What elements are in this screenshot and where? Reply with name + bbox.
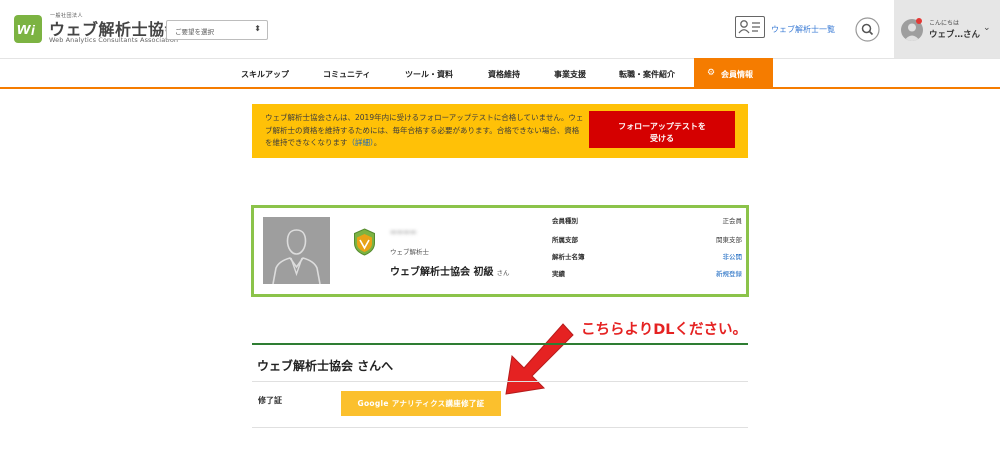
info-key: 所属支部 — [552, 236, 578, 244]
info-value-link[interactable]: 非公開 — [723, 251, 743, 261]
profile-photo — [263, 217, 330, 284]
info-registry: 解析士名簿 非公開 — [552, 251, 742, 263]
info-key: 会員種別 — [552, 217, 578, 225]
select-arrows-icon: ⬍ — [254, 24, 261, 33]
site-header: wi 一般社団法人 ウェブ解析士協会 Web Analytics Consult… — [0, 0, 1000, 58]
main-nav: スキルアップ コミュニティ ツール・資料 資格維持 事業支援 転職・案件紹介 ⚙… — [0, 58, 1000, 89]
notice-tail: 。 — [373, 138, 382, 147]
logo-subtitle: Web Analytics Consultants Association — [49, 36, 179, 44]
notice-message: ウェブ解析士協会さんは、2019年内に受けるフォローアップテストに合格していませ… — [265, 113, 584, 147]
gear-icon: ⚙ — [707, 68, 716, 78]
search-icon[interactable] — [855, 17, 880, 42]
request-select[interactable]: ご要望を選択 ⬍ — [166, 20, 268, 40]
username: ウェブ…さん — [929, 30, 981, 40]
nav-skillup[interactable]: スキルアップ — [241, 69, 289, 80]
notice-text: ウェブ解析士協会さんは、2019年内に受けるフォローアップテストに合格していませ… — [265, 112, 585, 150]
member-list-link[interactable]: ウェブ解析士一覧 — [771, 24, 835, 35]
nav-jobs[interactable]: 転職・案件紹介 — [619, 69, 675, 80]
notice-detail-link[interactable]: （詳細） — [348, 138, 374, 147]
button-label-line1: フォローアップテストを — [618, 122, 706, 131]
red-arrow-icon — [493, 318, 577, 398]
chevron-down-icon[interactable]: ⌄ — [983, 23, 991, 33]
row-divider — [252, 427, 748, 428]
request-select-value: ご要望を選択 — [175, 28, 214, 36]
info-key: 実績 — [552, 270, 565, 278]
section-title: ウェブ解析士協会 さんへ — [257, 359, 394, 373]
take-followup-test-button[interactable]: フォローアップテストを 受ける — [589, 111, 735, 148]
greeting-text: こんにちは — [929, 20, 960, 27]
info-membership-type: 会員種別 正会員 — [552, 215, 742, 227]
blurred-name: ▬▬▬▬ — [390, 228, 417, 236]
button-label-line2: 受ける — [650, 134, 674, 143]
followup-notice: ウェブ解析士協会さんは、2019年内に受けるフォローアップテストに合格していませ… — [252, 104, 748, 158]
section-divider — [252, 343, 748, 345]
member-card-icon[interactable] — [735, 16, 765, 38]
download-annotation: こちらよりDLください。 — [581, 322, 747, 338]
certificate-label: 修了証 — [258, 396, 282, 405]
certification-badge-icon — [353, 228, 376, 256]
info-branch: 所属支部 関東支部 — [552, 234, 742, 246]
info-value-link[interactable]: 新規登録 — [716, 268, 742, 278]
profile-name-wrapper: ウェブ解析士協会 初級 さん — [390, 263, 509, 278]
download-certificate-button[interactable]: Google アナリティクス講座修了証 — [341, 391, 501, 416]
profile-suffix: さん — [496, 269, 510, 277]
logo-icon[interactable]: wi — [14, 15, 42, 43]
notification-dot — [916, 18, 922, 24]
nav-tools[interactable]: ツール・資料 — [405, 69, 453, 80]
nav-member-info[interactable]: ⚙ 会員情報 — [694, 58, 773, 89]
nav-qualification[interactable]: 資格維持 — [488, 69, 520, 80]
nav-member-label: 会員情報 — [721, 70, 753, 79]
profile-role: ウェブ解析士 — [390, 248, 429, 256]
profile-card: ▬▬▬▬ ウェブ解析士 ウェブ解析士協会 初級 さん 会員種別 正会員 所属支部 … — [251, 205, 749, 297]
profile-name: ウェブ解析士協会 初級 — [390, 267, 494, 278]
row-divider — [252, 381, 748, 382]
nav-business-support[interactable]: 事業支援 — [554, 69, 586, 80]
info-value: 関東支部 — [716, 236, 742, 244]
info-achievements: 実績 新規登録 — [552, 268, 742, 280]
user-menu[interactable]: こんにちは ウェブ…さん ⌄ — [894, 0, 1000, 58]
info-value: 正会員 — [722, 217, 743, 225]
info-key: 解析士名簿 — [552, 253, 585, 261]
nav-community[interactable]: コミュニティ — [323, 69, 371, 80]
